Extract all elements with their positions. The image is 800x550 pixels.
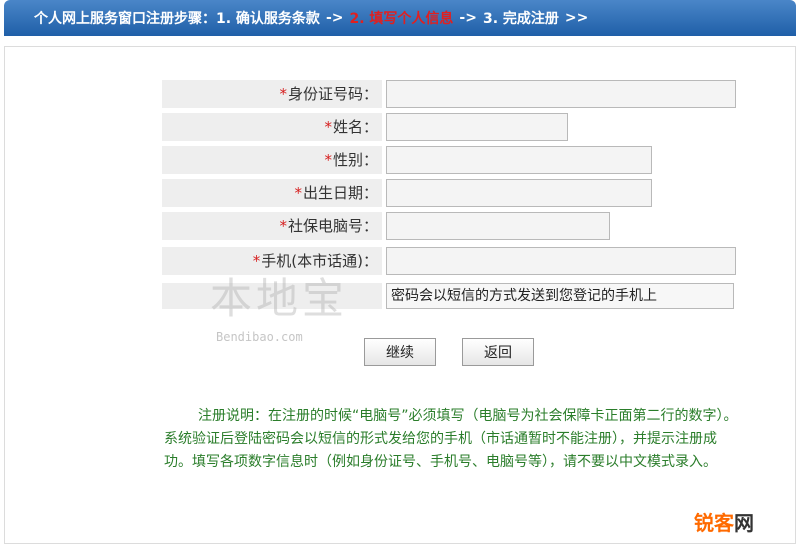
steps-prefix: 个人网上服务窗口注册步骤： [34, 11, 216, 27]
gender-label: *性别： [162, 146, 382, 174]
mobile-label: *手机(本市话通)： [162, 247, 382, 275]
back-button[interactable]: 返回 [462, 338, 534, 366]
row-birth-date: *出生日期： [162, 179, 652, 207]
required-mark: * [324, 118, 332, 136]
row-name: *姓名： [162, 113, 568, 141]
row-mobile: *手机(本市话通)： [162, 247, 736, 275]
row-id-number: *身份证号码： [162, 80, 736, 108]
id-number-label: *身份证号码： [162, 80, 382, 108]
step-arrow: -> [325, 10, 344, 26]
required-mark: * [252, 252, 261, 270]
step-arrow: -> [459, 10, 477, 26]
continue-button[interactable]: 继续 [364, 338, 436, 366]
name-label: *姓名： [162, 113, 382, 141]
hint-label-cell [162, 283, 382, 309]
required-mark: * [279, 217, 287, 235]
social-security-label: *社保电脑号： [162, 212, 382, 240]
birth-date-input[interactable] [386, 179, 652, 207]
step-3: 3. 完成注册 [482, 11, 559, 27]
name-input[interactable] [386, 113, 568, 141]
steps-end-arrow: >> [564, 10, 589, 26]
brand-logo: 锐客网 [694, 511, 754, 535]
required-mark: * [324, 151, 332, 169]
password-sms-hint: 密码会以短信的方式发送到您登记的手机上 [386, 283, 734, 309]
step-1: 1. 确认服务条款 [216, 11, 320, 27]
registration-steps-bar: 个人网上服务窗口注册步骤： 1. 确认服务条款 -> 2. 填写个人信息 -> … [4, 0, 796, 36]
row-social-security-number: *社保电脑号： [162, 212, 610, 240]
id-number-input[interactable] [386, 80, 736, 108]
registration-note: 注册说明：在注册的时候“电脑号”必须填写（电脑号为社会保障卡正面第二行的数字）。… [164, 408, 738, 470]
mobile-input[interactable] [386, 247, 736, 275]
row-gender: *性别： [162, 146, 652, 174]
required-mark: * [294, 184, 302, 202]
birth-date-label: *出生日期： [162, 179, 382, 207]
gender-input[interactable] [386, 146, 652, 174]
required-mark: * [279, 85, 287, 103]
step-2-current: 2. 填写个人信息 [349, 11, 454, 27]
social-security-input[interactable] [386, 212, 610, 240]
